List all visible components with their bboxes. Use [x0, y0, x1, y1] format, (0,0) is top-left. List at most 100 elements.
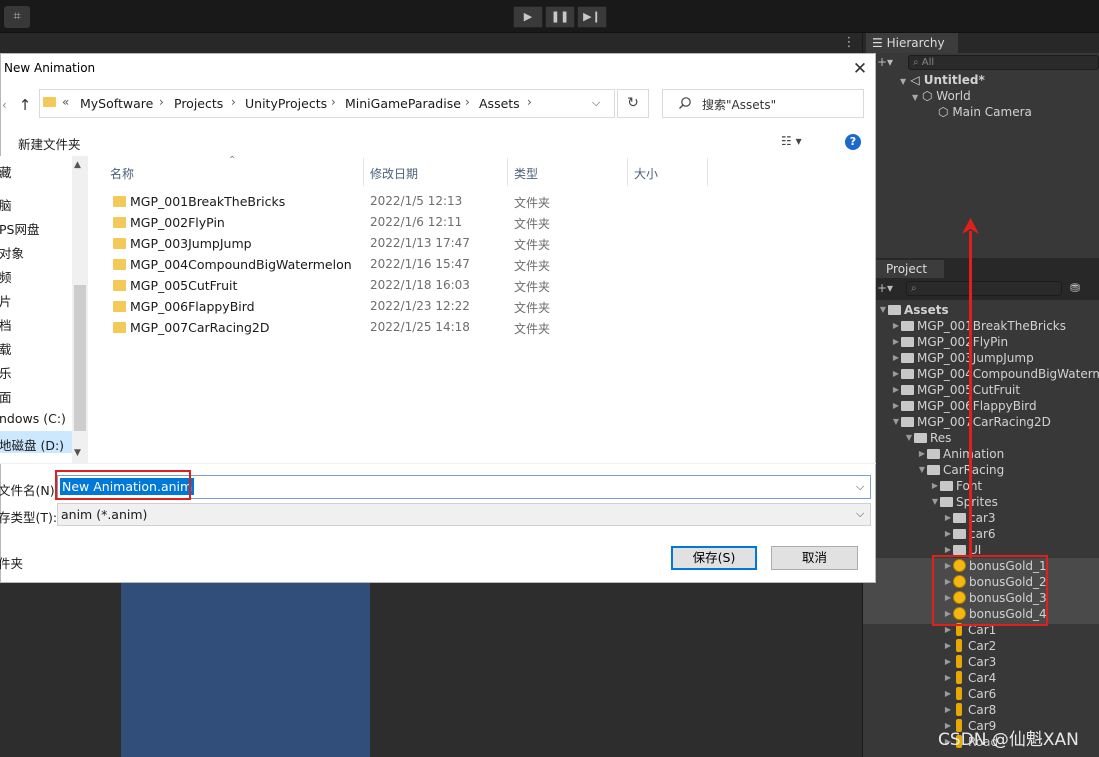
up-arrow-icon[interactable]: ↑ [17, 94, 33, 116]
refresh-button[interactable]: ↻ [617, 89, 649, 118]
project-tree-item[interactable]: ▶Font [930, 478, 982, 494]
hide-folders-toggle[interactable]: 件夹 [0, 553, 23, 572]
project-tree-item[interactable]: ▼ Res [904, 430, 952, 446]
hierarchy-search-input[interactable]: ⌕ All [908, 55, 1099, 70]
filetype-select[interactable] [57, 503, 871, 526]
project-tree-item[interactable]: ▶ Car2 [943, 638, 996, 654]
chevron-down-icon[interactable]: ⌵ [592, 96, 600, 110]
expand-arrow-icon[interactable]: ▼ [891, 414, 901, 430]
breadcrumb-item[interactable]: Assets [479, 96, 520, 111]
cancel-button[interactable]: 取消 [771, 546, 858, 570]
nav-item[interactable]: 地磁盘 (D:) [0, 435, 64, 454]
chevron-up-icon[interactable]: ▲ [74, 160, 81, 170]
project-tree-item[interactable]: ▼ Assets [878, 302, 949, 318]
chevron-down-icon[interactable]: ⌵ [856, 507, 864, 521]
play-button[interactable]: ▶ [513, 6, 543, 28]
chevron-right-icon[interactable]: › [527, 95, 532, 109]
table-row[interactable]: MGP_005CutFruit 2022/1/18 16:03 文件夹 [106, 276, 566, 296]
column-header-name[interactable]: 名称 [110, 165, 134, 182]
collapse-arrow-icon[interactable]: ▶ [891, 382, 901, 398]
column-divider[interactable] [707, 158, 708, 186]
grid-snap-icon[interactable]: ⌗ [4, 6, 30, 28]
column-header-size[interactable]: 大小 [634, 165, 658, 182]
save-button[interactable]: 保存(S) [671, 546, 757, 570]
collapse-arrow-icon[interactable]: ▶ [943, 526, 953, 542]
nav-item[interactable]: 乐 [0, 363, 12, 382]
new-folder-button[interactable]: 新建文件夹 [18, 134, 81, 153]
more-options-icon[interactable]: ⋮ [842, 34, 856, 52]
table-row[interactable]: MGP_006FlappyBird 2022/1/23 12:22 文件夹 [106, 297, 566, 317]
tab-project[interactable]: Project [876, 260, 944, 278]
collapse-arrow-icon[interactable]: ▶ [943, 686, 953, 702]
table-row[interactable]: MGP_007CarRacing2D 2022/1/25 14:18 文件夹 [106, 318, 566, 338]
collapse-arrow-icon[interactable]: ▶ [891, 398, 901, 414]
view-options-icon[interactable]: ☷ ▾ [781, 134, 802, 148]
collapse-arrow-icon[interactable]: ▶ [943, 702, 953, 718]
filter-icon[interactable]: ⛃ [1070, 281, 1080, 295]
add-icon[interactable]: +▾ [877, 55, 893, 69]
nav-item[interactable]: 脑 [0, 195, 12, 214]
project-tree-item[interactable]: ▶ Car6 [943, 686, 996, 702]
project-tree-item[interactable]: ▶ Car4 [943, 670, 996, 686]
collapse-arrow-icon[interactable]: ▶ [891, 350, 901, 366]
nav-item[interactable]: 载 [0, 339, 12, 358]
chevron-down-icon[interactable]: ⌵ [856, 480, 864, 494]
column-header-date[interactable]: 修改日期 [370, 165, 418, 182]
collapse-arrow-icon[interactable]: ▶ [930, 478, 940, 494]
chevron-right-icon[interactable]: › [231, 95, 236, 109]
project-tree-item[interactable]: ▶ Car8 [943, 702, 996, 718]
project-tree-item[interactable]: ▶ MGP_002FlyPin [891, 334, 1008, 350]
project-tree-item[interactable]: ▶MGP_005CutFruit [891, 382, 1020, 398]
project-tree-item[interactable]: ▶ MGP_001BreakTheBricks [891, 318, 1066, 334]
chevron-down-icon[interactable]: ▼ [74, 448, 81, 458]
chevron-right-icon[interactable]: › [465, 95, 470, 109]
collapse-arrow-icon[interactable]: ▶ [943, 638, 953, 654]
breadcrumb-item[interactable]: Projects [174, 96, 223, 111]
nav-scrollbar-thumb[interactable] [74, 285, 86, 431]
project-tree-item[interactable]: ▶ MGP_004CompoundBigWatermelon [891, 366, 1099, 382]
nav-item[interactable]: 档 [0, 315, 12, 334]
help-icon[interactable]: ? [845, 134, 861, 150]
back-arrow-icon[interactable]: ‹ [2, 94, 14, 116]
chevron-right-icon[interactable]: › [331, 95, 336, 109]
nav-item[interactable]: PS网盘 [0, 219, 39, 238]
project-tree-item[interactable]: ▼ Sprites [930, 494, 998, 510]
add-icon[interactable]: +▾ [877, 281, 893, 295]
hierarchy-item-main-camera[interactable]: ⬡ Main Camera [938, 104, 1032, 120]
column-divider[interactable] [363, 158, 364, 186]
nav-item[interactable]: 面 [0, 387, 12, 406]
step-button[interactable]: ▶❙ [577, 6, 607, 28]
nav-item[interactable]: 藏 [0, 162, 12, 181]
column-divider[interactable] [627, 158, 628, 186]
table-row[interactable]: MGP_004CompoundBigWatermelon 2022/1/16 15… [106, 255, 566, 275]
tab-hierarchy[interactable]: ☰ Hierarchy [866, 33, 958, 53]
chevron-right-icon[interactable]: › [159, 95, 164, 109]
nav-item[interactable]: 对象 [0, 243, 24, 262]
expand-arrow-icon[interactable]: ▼ [917, 462, 927, 478]
project-search-input[interactable]: ⌕ [906, 281, 1062, 296]
collapse-arrow-icon[interactable]: ▶ [917, 446, 927, 462]
collapse-arrow-icon[interactable]: ▶ [943, 510, 953, 526]
project-tree-item[interactable]: ▶ Animation [917, 446, 1004, 462]
nav-item[interactable]: ndows (C:) [0, 411, 66, 426]
project-tree-item[interactable]: ▶ MGP_006FlappyBird [891, 398, 1037, 414]
expand-arrow-icon[interactable]: ▼ [904, 430, 914, 446]
pause-button[interactable]: ❚❚ [545, 6, 575, 28]
column-header-type[interactable]: 类型 [514, 165, 538, 182]
table-row[interactable]: MGP_003JumpJump 2022/1/13 17:47 文件夹 [106, 234, 566, 254]
collapse-arrow-icon[interactable]: ▶ [891, 366, 901, 382]
project-tree-item[interactable]: ▶ Car3 [943, 654, 996, 670]
collapse-arrow-icon[interactable]: ▶ [943, 654, 953, 670]
close-button[interactable]: ✕ [846, 56, 874, 82]
table-row[interactable]: MGP_001BreakTheBricks 2022/1/5 12:13 文件夹 [106, 192, 566, 212]
expand-arrow-icon[interactable]: ▼ [878, 302, 888, 318]
breadcrumb-item[interactable]: MySoftware [80, 96, 153, 111]
nav-item[interactable]: 片 [0, 291, 12, 310]
collapse-arrow-icon[interactable]: ▶ [943, 670, 953, 686]
collapse-arrow-icon[interactable]: ▶ [891, 318, 901, 334]
nav-item[interactable]: 频 [0, 267, 12, 286]
expand-arrow-icon[interactable]: ▼ [930, 494, 940, 510]
project-tree-item[interactable]: ▼ CarRacing [917, 462, 1004, 478]
collapse-arrow-icon[interactable]: ▶ [891, 334, 901, 350]
breadcrumb-item[interactable]: MiniGameParadise [345, 96, 461, 111]
